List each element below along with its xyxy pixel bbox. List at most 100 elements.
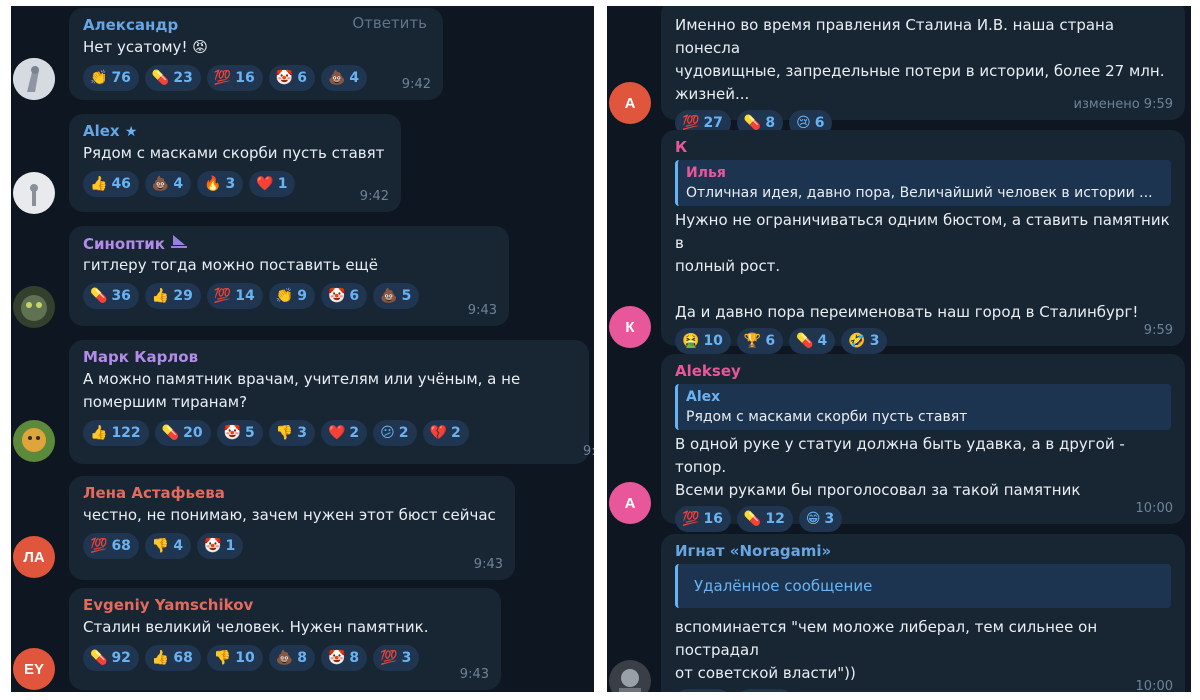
avatar[interactable]	[13, 58, 55, 100]
deleted-message-text: Удалённое сообщение	[694, 577, 873, 595]
message-bubble[interactable]: Александр Ответить Нет усатому! 😡 👏 76 💊 2…	[69, 8, 443, 100]
message-time: 9:	[583, 444, 594, 459]
sender-name[interactable]: Синоптик	[83, 233, 495, 254]
reaction-count: 12	[765, 511, 785, 527]
avatar[interactable]	[13, 286, 55, 328]
message-text: Нужно не ограничиваться одним бюстом, а …	[675, 211, 1170, 321]
reply-quote[interactable]: Удалённое сообщение	[675, 564, 1171, 608]
reaction[interactable]: 💯 68	[83, 533, 139, 559]
thumbs-down-emoji-icon: 👎	[151, 538, 170, 554]
avatar[interactable]: ЛА	[13, 536, 55, 578]
sender-name[interactable]: Aleksey	[675, 361, 1171, 382]
reply-quote[interactable]: Илья Отличная идея, давно пора, Величайш…	[675, 160, 1171, 206]
reaction[interactable]: 🤡 6	[320, 283, 368, 309]
heart-emoji-icon: ❤️	[327, 425, 346, 441]
sender-name[interactable]: Alex ★	[83, 121, 387, 142]
avatar[interactable]: EY	[13, 648, 55, 690]
sender-name[interactable]: Игнат «Noragami»	[675, 541, 1171, 562]
pill-emoji-icon: 💊	[743, 511, 762, 527]
reaction[interactable]: 💊 20	[154, 420, 211, 446]
reaction[interactable]: 👎 10	[206, 645, 263, 671]
reaction[interactable]: 💔 2	[422, 420, 469, 446]
sender-name[interactable]: К	[675, 137, 1171, 158]
reaction[interactable]: 😕 2	[373, 420, 417, 446]
message-bubble[interactable]: Синоптик гитлеру тогда можно поставить е…	[69, 226, 509, 326]
reaction[interactable]: 💩 4	[320, 65, 368, 91]
message-text: Нет усатому! 😡	[83, 38, 208, 56]
reaction[interactable]: 💊 4	[789, 328, 836, 354]
reaction[interactable]: 👍 29	[144, 283, 201, 309]
reply-quote[interactable]: Alex Рядом с масками скорби пусть ставят	[675, 384, 1171, 430]
clown-emoji-icon: 🤡	[223, 425, 242, 441]
reaction[interactable]: 😁 3	[798, 506, 843, 532]
reply-button[interactable]: Ответить	[352, 14, 427, 32]
reactions-row: 💊 92 👍 68 👎 10 💩 8 🤡 8 💯 3	[83, 645, 487, 671]
reaction[interactable]: 🔥 3	[197, 171, 244, 197]
reaction[interactable]: 💩 5	[373, 283, 420, 309]
reaction[interactable]: 🤡 6	[268, 65, 315, 91]
avatar[interactable]: А	[609, 482, 651, 524]
reaction[interactable]: 💯 3	[373, 645, 420, 671]
avatar[interactable]: К	[609, 306, 651, 348]
reaction[interactable]: 👍 122	[83, 420, 149, 446]
reaction[interactable]: 🤣 3	[841, 328, 888, 354]
reaction-count: 5	[401, 288, 412, 304]
reaction[interactable]: 💯 16	[675, 506, 731, 532]
reaction[interactable]: 🏆 6	[736, 328, 784, 354]
reaction[interactable]: 👍 46	[83, 171, 139, 197]
reaction[interactable]: 💩 4	[144, 171, 192, 197]
clap-emoji-icon: 👏	[275, 288, 294, 304]
sender-name[interactable]: Марк Карлов	[83, 347, 575, 368]
reaction[interactable]: 👎 4	[144, 533, 192, 559]
poop-emoji-icon: 💩	[275, 650, 294, 666]
reaction[interactable]: 🤡 1	[197, 533, 244, 559]
reaction[interactable]: 👎 3	[268, 420, 315, 446]
reaction[interactable]: 💊 92	[83, 645, 139, 671]
reaction[interactable]: 💯19	[675, 689, 731, 692]
broken-heart-emoji-icon: 💔	[429, 425, 447, 441]
reactions-row: 💯 16 💊 12 😁 3	[675, 506, 1171, 532]
reaction[interactable]: 💯 16	[206, 65, 263, 91]
sender-name[interactable]: Лена Астафьева	[83, 483, 501, 504]
reaction-count: 2	[450, 425, 461, 441]
reaction-count: 10	[235, 650, 255, 666]
reaction[interactable]: 🤡 8	[320, 645, 368, 671]
avatar[interactable]: А	[609, 82, 651, 124]
reaction[interactable]: 🤡12	[736, 689, 793, 692]
message-bubble[interactable]: Игнат «Noragami» Удалённое сообщение всп…	[661, 534, 1185, 692]
grin-emoji-icon: 😁	[805, 511, 821, 527]
reaction[interactable]: 💊 36	[83, 283, 139, 309]
message-bubble[interactable]: Aleksey Alex Рядом с масками скорби пуст…	[661, 354, 1185, 532]
reaction[interactable]: 💊 12	[736, 506, 793, 532]
reaction[interactable]: 👏 76	[83, 65, 139, 91]
pill-emoji-icon: 💊	[796, 333, 814, 349]
crying-emoji-icon: 😢	[796, 115, 811, 131]
avatar-initials: ЛА	[23, 548, 45, 566]
message-bubble[interactable]: Именно во время правления Сталина И.В. н…	[661, 6, 1185, 136]
message-bubble[interactable]: Alex ★ Рядом с масками скорби пусть став…	[69, 114, 401, 212]
reaction-count: 27	[703, 115, 723, 131]
left-chat-panel: Александр Ответить Нет усатому! 😡 👏 76 💊 2…	[11, 6, 594, 692]
avatar[interactable]	[609, 660, 651, 692]
reaction[interactable]: 🤡 5	[216, 420, 263, 446]
message-bubble[interactable]: К Илья Отличная идея, давно пора, Велича…	[661, 130, 1185, 354]
reaction-count: 4	[817, 333, 828, 349]
reaction[interactable]: ❤️ 2	[320, 420, 368, 446]
reaction[interactable]: 🤮 10	[675, 328, 731, 354]
message-bubble[interactable]: Evgeniy Yamschikov Сталин великий челове…	[69, 588, 501, 690]
reaction-count: 68	[111, 538, 131, 554]
reaction[interactable]: 💯 14	[206, 283, 263, 309]
reaction[interactable]: 👏 9	[268, 283, 315, 309]
reaction[interactable]: 💊 23	[144, 65, 201, 91]
sender-name[interactable]: Evgeniy Yamschikov	[83, 595, 487, 616]
avatar[interactable]	[13, 172, 55, 214]
message-text: А можно памятник врачам, учителям или уч…	[83, 370, 521, 411]
message-bubble[interactable]: Лена Астафьева честно, не понимаю, зачем…	[69, 476, 515, 580]
reaction-count: 2	[349, 425, 360, 441]
message-time: 9:42	[401, 77, 431, 92]
reaction[interactable]: ❤️ 1	[249, 171, 296, 197]
reaction[interactable]: 💩 8	[268, 645, 315, 671]
reaction[interactable]: 👍 68	[144, 645, 201, 671]
message-bubble[interactable]: Марк Карлов А можно памятник врачам, учи…	[69, 340, 589, 464]
avatar[interactable]	[13, 420, 55, 462]
